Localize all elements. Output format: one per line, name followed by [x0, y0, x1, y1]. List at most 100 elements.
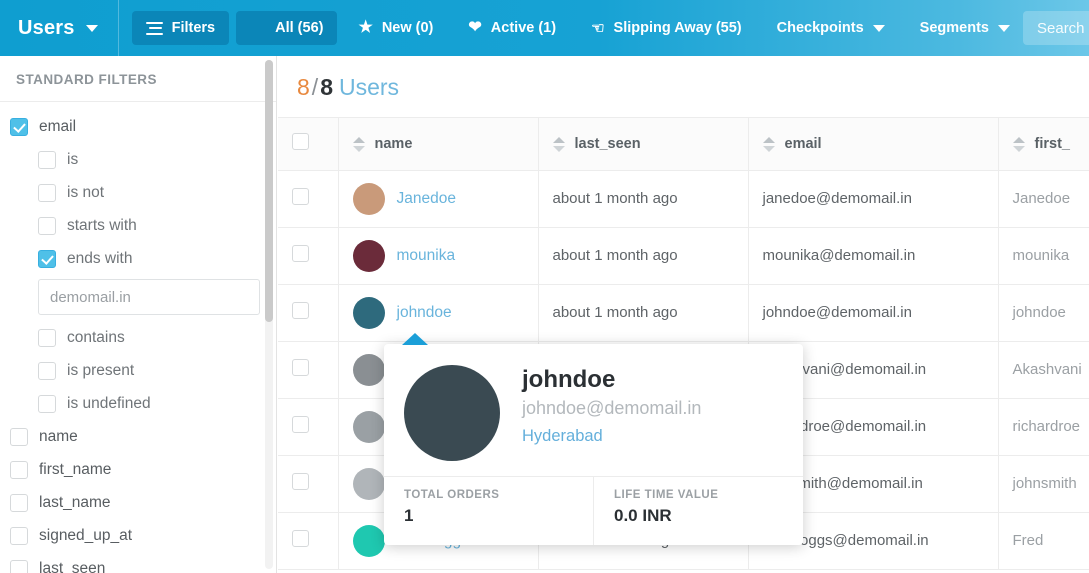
avatar — [352, 240, 385, 272]
users-page: Users Filters All (56) ★ New (0) ❤ Activ… — [0, 0, 1089, 573]
column-header-email[interactable]: email — [748, 117, 999, 171]
checkbox-is[interactable] — [38, 150, 56, 169]
star-icon: ★ — [358, 19, 373, 36]
count-entity: Users — [338, 74, 400, 100]
checkbox-email[interactable] — [10, 117, 28, 136]
table-row[interactable]: johndoe about 1 month ago johndoe@demoma… — [278, 284, 1089, 342]
avatar — [352, 525, 385, 557]
column-header-first-name[interactable]: first_ — [998, 117, 1089, 171]
search-input[interactable]: Search — [1023, 11, 1089, 45]
table-row[interactable]: mounika about 1 month ago mounika@demoma… — [278, 227, 1089, 285]
nav-filters-button[interactable]: Filters — [131, 11, 230, 45]
nav-all-button[interactable]: All (56) — [236, 11, 338, 45]
checkbox-last-name[interactable] — [10, 493, 28, 512]
popover-user-city[interactable]: Hyderabad — [522, 427, 701, 446]
stat-total-orders-label: TOTAL ORDERS — [404, 489, 500, 501]
nav-segments-dropdown[interactable]: Segments — [906, 11, 1024, 45]
filter-value-wrap — [0, 275, 276, 321]
stat-life-time-value-label: LIFE TIME VALUE — [614, 489, 719, 501]
nav-new-button[interactable]: ★ New (0) — [344, 11, 447, 45]
first-name-value: johndoe — [1012, 304, 1066, 321]
filter-field-first-name[interactable]: first_name — [0, 453, 276, 486]
user-name-link[interactable]: mounika — [397, 247, 456, 265]
first-name-value: mounika — [1012, 247, 1070, 264]
filter-operator-is-not[interactable]: is not — [0, 176, 276, 209]
filter-operator-contains[interactable]: contains — [0, 321, 276, 354]
sort-icon[interactable] — [1012, 136, 1025, 152]
first-name-value: Janedoe — [1012, 190, 1071, 207]
user-name-link[interactable]: johndoe — [397, 304, 452, 322]
nav-new-label: New (0) — [381, 20, 434, 36]
column-header-last-seen[interactable]: last_seen — [538, 117, 749, 171]
filter-value-input[interactable] — [38, 279, 260, 315]
filter-operator-is-present[interactable]: is present — [0, 354, 276, 387]
page-title: 8/8 Users — [278, 56, 1089, 117]
filter-operator-is[interactable]: is — [0, 143, 276, 176]
filter-operator-starts-with[interactable]: starts with — [0, 209, 276, 242]
filter-operator-starts-with-label: starts with — [67, 216, 137, 234]
row-checkbox[interactable] — [292, 530, 309, 547]
popover-stats: TOTAL ORDERS 1 LIFE TIME VALUE 0.0 INR — [384, 476, 803, 545]
row-checkbox[interactable] — [292, 245, 309, 262]
filter-operator-ends-with[interactable]: ends with — [0, 242, 276, 275]
row-first-name-cell: richardroe — [998, 398, 1089, 456]
filter-operator-is-undefined[interactable]: is undefined — [0, 387, 276, 420]
checkbox-first-name[interactable] — [10, 460, 28, 479]
checkbox-contains[interactable] — [38, 328, 56, 347]
filter-field-email[interactable]: email — [0, 110, 276, 143]
row-checkbox[interactable] — [292, 473, 309, 490]
nav-checkpoints-dropdown[interactable]: Checkpoints — [763, 11, 899, 45]
row-checkbox[interactable] — [292, 302, 309, 319]
brand-dropdown[interactable]: Users — [0, 0, 119, 56]
sort-icon[interactable] — [762, 136, 775, 152]
first-name-value: Fred — [1012, 532, 1044, 549]
sidebar-title: STANDARD FILTERS — [0, 56, 276, 102]
row-last-seen-cell: about 1 month ago — [538, 227, 749, 285]
checkbox-is-present[interactable] — [38, 361, 56, 380]
column-header-name[interactable]: name — [338, 117, 539, 171]
popover-user-name: johndoe — [522, 366, 616, 393]
first-name-value: johnsmith — [1012, 475, 1077, 492]
row-checkbox[interactable] — [292, 188, 309, 205]
checkbox-starts-with[interactable] — [38, 216, 56, 235]
filter-field-last-name[interactable]: last_name — [0, 486, 276, 519]
nav-active-button[interactable]: ❤ Active (1) — [454, 11, 570, 45]
row-checkbox[interactable] — [292, 416, 309, 433]
column-header-email-label: email — [784, 136, 822, 152]
avatar — [352, 411, 385, 443]
user-name-link[interactable]: Janedoe — [397, 190, 456, 208]
count-shown: 8 — [297, 74, 310, 100]
checkbox-ends-with[interactable] — [38, 249, 56, 268]
row-select-cell — [278, 512, 339, 570]
checkbox-is-not[interactable] — [38, 183, 56, 202]
table-header: name last_seen email first_ — [278, 117, 1089, 171]
row-first-name-cell: mounika — [998, 227, 1089, 285]
filter-operator-is-present-label: is present — [67, 361, 135, 379]
checkbox-signed-up-at[interactable] — [10, 526, 28, 545]
stat-total-orders-value: 1 — [404, 506, 414, 525]
checkbox-last-seen[interactable] — [10, 559, 28, 573]
row-select-cell — [278, 284, 339, 342]
filter-field-last-seen[interactable]: last_seen — [0, 552, 276, 573]
filter-field-email-label: email — [39, 117, 77, 135]
sort-icon[interactable] — [552, 136, 565, 152]
filter-field-name[interactable]: name — [0, 420, 276, 453]
row-name-cell: johndoe — [338, 284, 539, 342]
nav-slipping-away-button[interactable]: ☜ Slipping Away (55) — [577, 11, 756, 45]
nav-segments-label: Segments — [919, 20, 989, 36]
table-row[interactable]: Janedoe about 1 month ago janedoe@demoma… — [278, 170, 1089, 228]
filter-field-signed-up-at-label: signed_up_at — [39, 526, 133, 544]
last-seen-value: about 1 month ago — [552, 190, 678, 207]
select-all-checkbox[interactable] — [292, 133, 309, 150]
checkbox-name[interactable] — [10, 427, 28, 446]
sort-icon[interactable] — [352, 136, 365, 152]
nav-slipping-away-label: Slipping Away (55) — [613, 20, 742, 36]
email-value: janedoe@demomail.in — [762, 190, 912, 207]
row-email-cell: mounika@demomail.in — [748, 227, 999, 285]
sidebar-scrollbar-thumb[interactable] — [265, 60, 273, 322]
popover-header: johndoe johndoe@demomail.in Hyderabad — [384, 344, 803, 461]
checkbox-is-undefined[interactable] — [38, 394, 56, 413]
row-checkbox[interactable] — [292, 359, 309, 376]
filter-field-signed-up-at[interactable]: signed_up_at — [0, 519, 276, 552]
avatar — [352, 297, 385, 329]
